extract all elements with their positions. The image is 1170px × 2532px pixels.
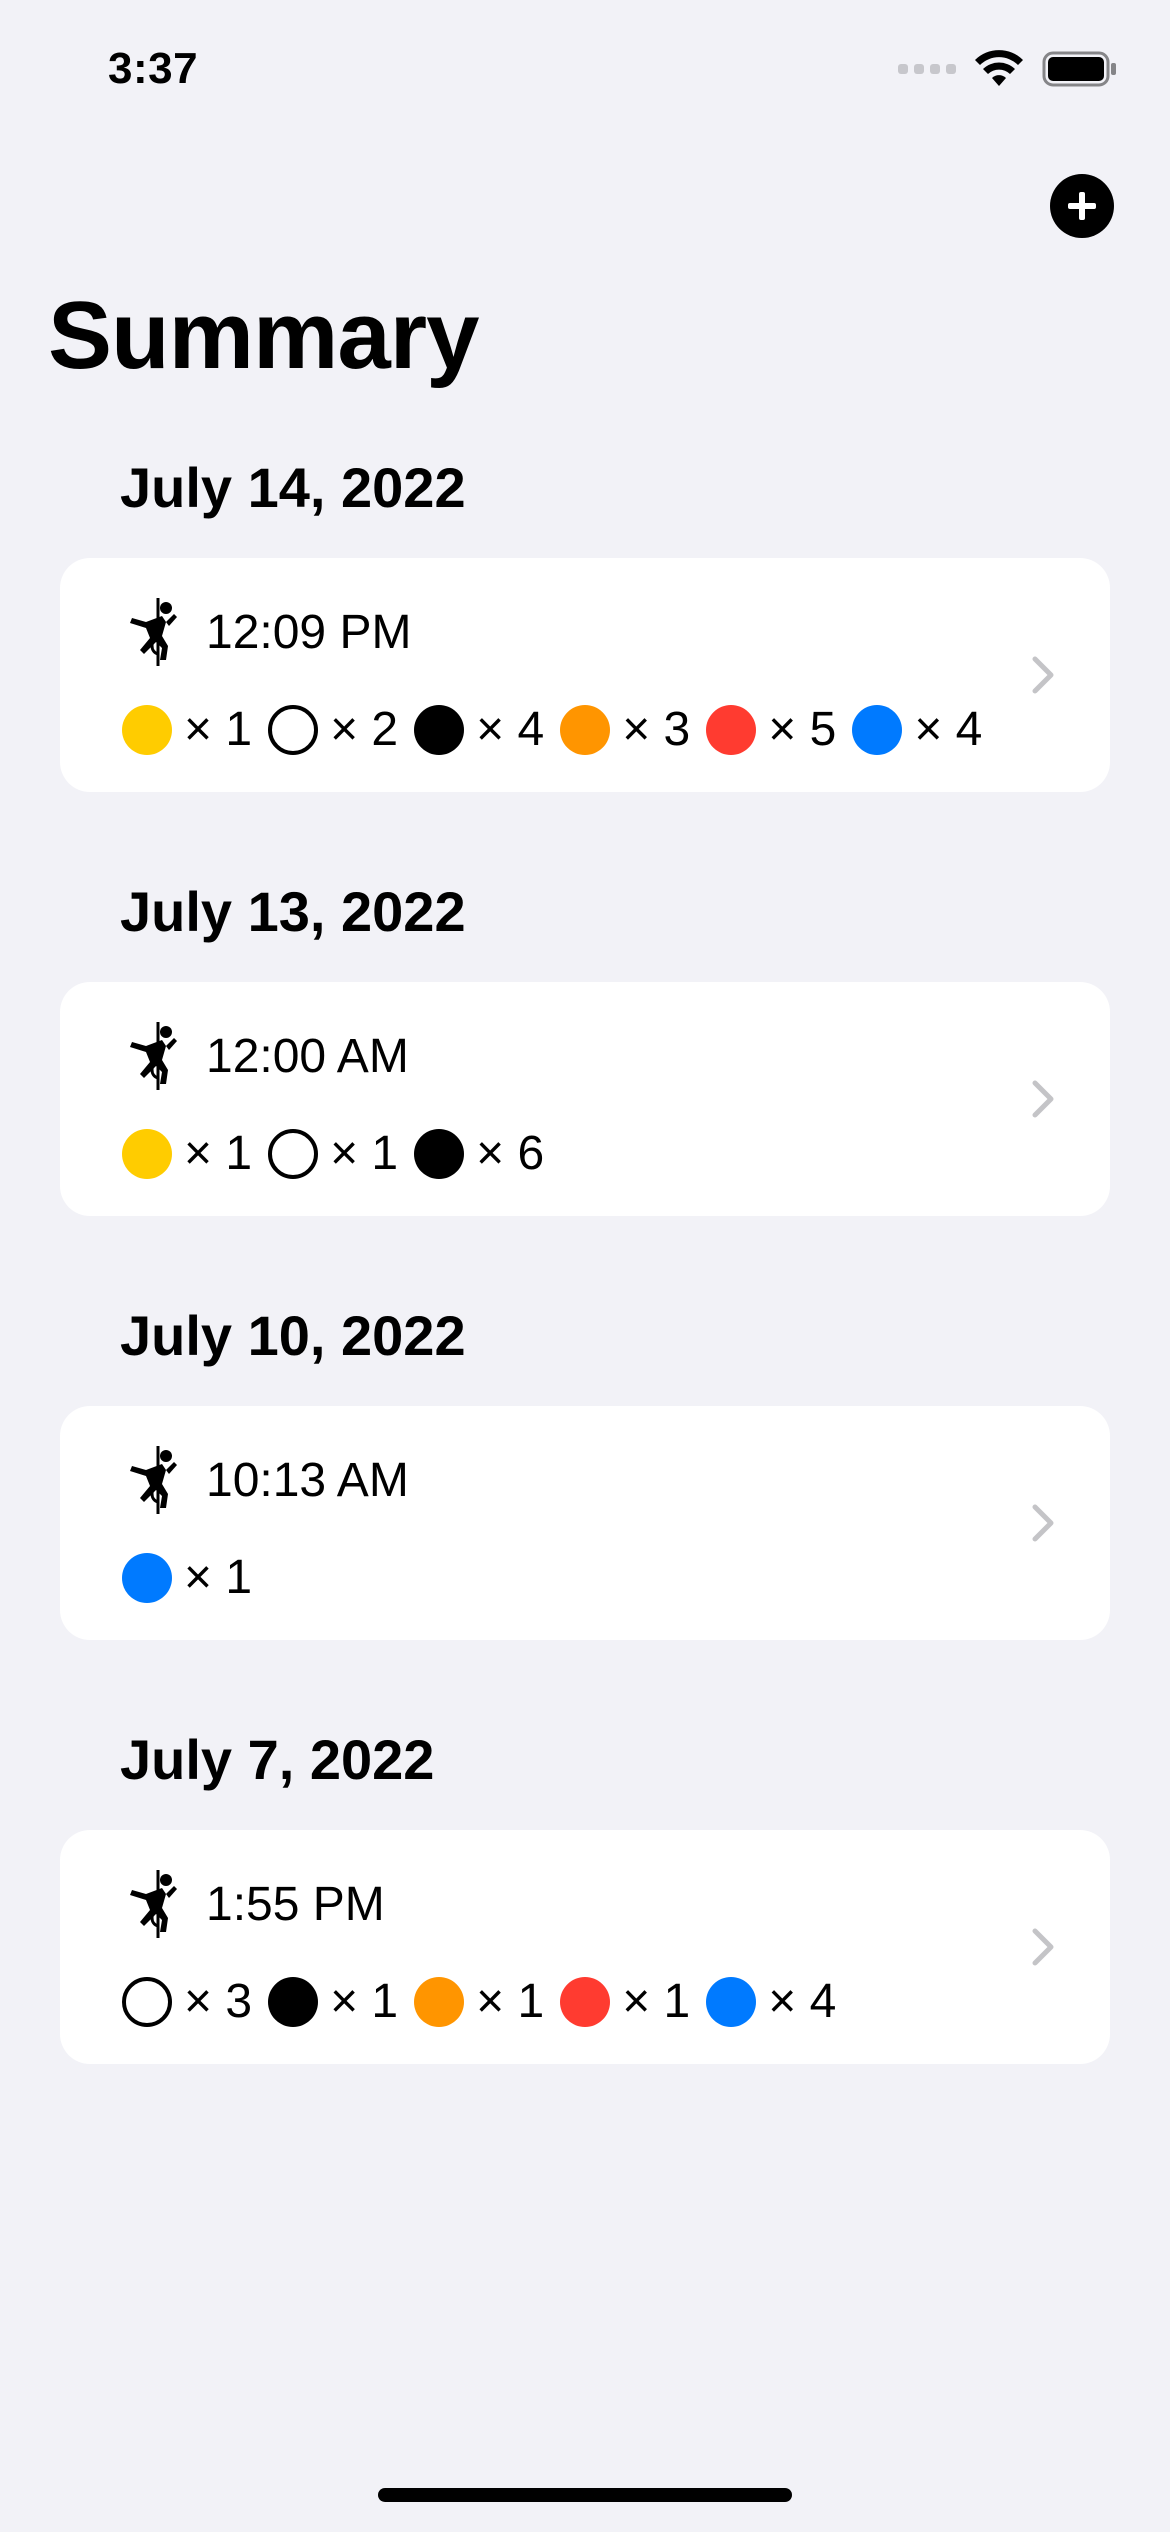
chevron-right-icon <box>1032 656 1054 694</box>
hold-counts: × 1 × 1 × 6 <box>122 1126 560 1181</box>
plus-icon <box>1068 192 1096 220</box>
hold-count: × 2 <box>330 703 399 756</box>
red-circle-icon <box>560 1976 611 2027</box>
blue-circle-icon <box>706 1976 757 2027</box>
session-time: 10:13 AM <box>206 1453 409 1507</box>
hold-blue: × 4 <box>706 1974 836 2029</box>
hold-yellow: × 1 <box>122 1126 252 1181</box>
hold-count: × 1 <box>184 703 253 756</box>
yellow-circle-icon <box>122 704 172 755</box>
chevron-right-icon <box>1032 1928 1054 1966</box>
session-card[interactable]: 10:13 AM × 1 <box>60 1406 1110 1640</box>
hold-black: × 6 <box>414 1126 544 1181</box>
hold-blue: × 1 <box>122 1550 252 1605</box>
hold-count: × 1 <box>330 1975 399 2028</box>
section-date-header: July 10, 2022 <box>120 1304 466 1367</box>
hold-black: × 1 <box>268 1974 398 2029</box>
hold-count: × 3 <box>184 1975 253 2028</box>
red-circle-icon <box>706 704 757 755</box>
session-card[interactable]: 1:55 PM × 3 × 1 × 1 × 1 × 4 <box>60 1830 1110 2064</box>
climbing-icon <box>122 596 182 668</box>
white-circle-icon <box>268 1128 319 1179</box>
hold-blue: × 4 <box>852 702 982 757</box>
home-indicator[interactable] <box>378 2488 792 2502</box>
session-card[interactable]: 12:00 AM × 1 × 1 × 6 <box>60 982 1110 1216</box>
hold-counts: × 1 × 2 × 4 × 3 × 5 × 4 <box>122 702 998 757</box>
hold-white: × 3 <box>122 1974 252 2029</box>
blue-circle-icon <box>852 704 903 755</box>
status-time: 3:37 <box>108 44 199 93</box>
hold-counts: × 3 × 1 × 1 × 1 × 4 <box>122 1974 852 2029</box>
battery-icon <box>1042 51 1116 87</box>
white-circle-icon <box>268 704 319 755</box>
session-header-row: 12:09 PM <box>122 596 411 668</box>
climbing-icon <box>122 1020 182 1092</box>
sessions-list: July 14, 2022 12:09 PM × 1 × 2 × 4 × 3 × 5 × 4… <box>0 448 1170 2144</box>
black-circle-icon <box>268 1976 319 2027</box>
session-time: 12:00 AM <box>206 1029 409 1083</box>
hold-count: × 4 <box>914 703 983 756</box>
session-card[interactable]: 12:09 PM × 1 × 2 × 4 × 3 × 5 × 4 <box>60 558 1110 792</box>
black-circle-icon <box>414 704 465 755</box>
climbing-icon <box>122 1444 182 1516</box>
black-circle-icon <box>414 1128 465 1179</box>
wifi-icon <box>975 50 1023 86</box>
orange-circle-icon <box>414 1976 465 2027</box>
section-date-header: July 14, 2022 <box>120 456 466 519</box>
session-header-row: 10:13 AM <box>122 1444 409 1516</box>
hold-orange: × 1 <box>414 1974 544 2029</box>
session-header-row: 12:00 AM <box>122 1020 409 1092</box>
hold-white: × 2 <box>268 702 398 757</box>
add-session-button[interactable] <box>1050 174 1114 238</box>
hold-count: × 4 <box>476 703 545 756</box>
chevron-right-icon <box>1032 1504 1054 1542</box>
session-header-row: 1:55 PM <box>122 1868 385 1940</box>
cellular-signal-icon <box>898 64 956 74</box>
orange-circle-icon <box>560 704 611 755</box>
hold-white: × 1 <box>268 1126 398 1181</box>
hold-red: × 5 <box>706 702 836 757</box>
hold-count: × 5 <box>768 703 837 756</box>
session-section: July 14, 2022 12:09 PM × 1 × 2 × 4 × 3 × 5 × 4 <box>0 448 1170 792</box>
page-title: Summary <box>48 282 480 389</box>
hold-count: × 3 <box>622 703 691 756</box>
session-section: July 10, 2022 10:13 AM × 1 <box>0 1296 1170 1640</box>
hold-black: × 4 <box>414 702 544 757</box>
hold-count: × 1 <box>184 1551 253 1604</box>
blue-circle-icon <box>122 1552 172 1603</box>
status-icons <box>898 50 1118 88</box>
hold-counts: × 1 <box>122 1550 268 1605</box>
hold-count: × 1 <box>184 1127 253 1180</box>
session-section: July 7, 2022 1:55 PM × 3 × 1 × 1 × 1 × 4 <box>0 1720 1170 2064</box>
hold-count: × 1 <box>476 1975 545 2028</box>
hold-count: × 4 <box>768 1975 837 2028</box>
hold-orange: × 3 <box>560 702 690 757</box>
session-time: 12:09 PM <box>206 605 412 659</box>
chevron-right-icon <box>1032 1080 1054 1118</box>
session-time: 1:55 PM <box>206 1877 385 1931</box>
section-date-header: July 7, 2022 <box>120 1728 435 1791</box>
hold-count: × 6 <box>476 1127 545 1180</box>
section-date-header: July 13, 2022 <box>120 880 466 943</box>
status-bar: 3:37 <box>0 0 1170 150</box>
white-circle-icon <box>122 1976 172 2027</box>
yellow-circle-icon <box>122 1128 172 1179</box>
hold-red: × 1 <box>560 1974 690 2029</box>
climbing-icon <box>122 1868 182 1940</box>
hold-count: × 1 <box>622 1975 691 2028</box>
hold-yellow: × 1 <box>122 702 252 757</box>
session-section: July 13, 2022 12:00 AM × 1 × 1 × 6 <box>0 872 1170 1216</box>
hold-count: × 1 <box>330 1127 399 1180</box>
